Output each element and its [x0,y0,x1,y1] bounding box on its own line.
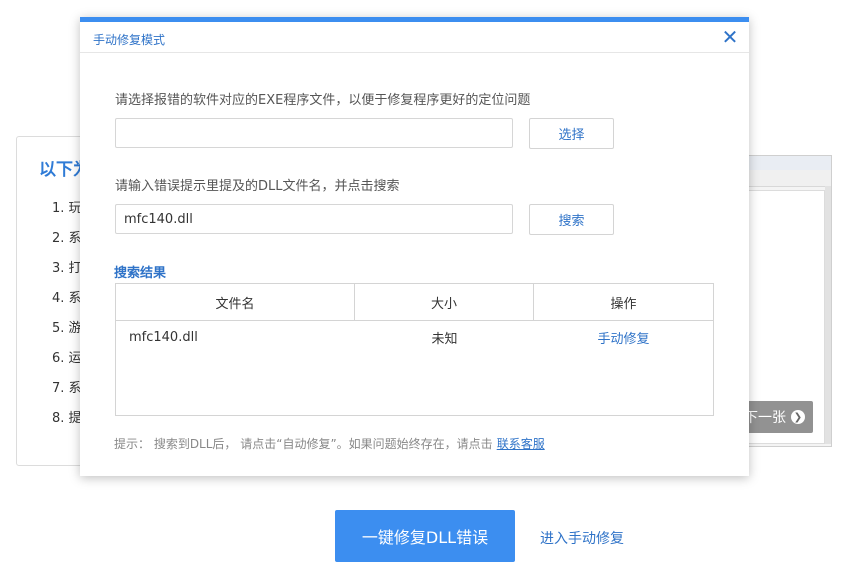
thumbnail-toolbar [741,170,831,187]
cell-size: 未知 [431,331,458,347]
search-results-table: 文件名 大小 操作 mfc140.dll 未知 手动修复 [115,283,714,416]
chevron-right-icon: ❯ [791,410,805,424]
choose-button[interactable]: 选择 [529,118,614,149]
dialog-header: 手动修复模式 ✕ [80,22,749,53]
dll-prompt-label: 请输入错误提示里提及的DLL文件名，并点击搜索 [115,179,400,194]
thumbnail-scrollbar [825,186,831,444]
column-header-action: 操作 [610,296,637,312]
list-item: 7. 系 [52,381,82,396]
exe-prompt-label: 请选择报错的软件对应的EXE程序文件，以便于修复程序更好的定位问题 [115,93,531,108]
list-item: 3. 打 [52,261,82,276]
cell-filename: mfc140.dll [129,329,198,345]
enter-manual-repair-link[interactable]: 进入手动修复 [540,528,624,548]
dialog-title: 手动修复模式 [93,33,166,47]
list-item: 1. 玩 [52,201,82,216]
manual-repair-link[interactable]: 手动修复 [534,321,713,353]
exe-file-input[interactable] [115,118,513,148]
list-item: 8. 提 [52,411,82,426]
next-image-button[interactable]: 下一张 ❯ [742,401,813,433]
background-steps-list: 1. 玩 2. 系 3. 打 4. 系 5. 游 6. 运 7. 系 8. 提 [52,197,82,437]
next-image-label: 下一张 [744,410,786,426]
thumbnail-titlebar [741,156,831,171]
manual-repair-dialog: 手动修复模式 ✕ 请选择报错的软件对应的EXE程序文件，以便于修复程序更好的定位… [80,17,749,476]
search-button[interactable]: 搜索 [529,204,614,235]
hint-message: 提示： 搜索到DLL后， 请点击“自动修复”。如果问题始终存在，请点击 [114,437,493,451]
dll-name-input[interactable] [115,204,513,234]
hint-text: 提示： 搜索到DLL后， 请点击“自动修复”。如果问题始终存在，请点击 联系客服 [114,435,545,452]
table-header: 文件名 大小 操作 [116,284,713,321]
list-item: 5. 游 [52,321,82,336]
search-results-title: 搜索结果 [114,266,167,281]
list-item: 2. 系 [52,231,82,246]
one-click-repair-button[interactable]: 一键修复DLL错误 [335,510,515,562]
column-header-filename: 文件名 [116,284,355,320]
list-item: 4. 系 [52,291,82,306]
contact-support-link[interactable]: 联系客服 [497,437,545,451]
close-icon[interactable]: ✕ [720,26,740,48]
table-row: mfc140.dll 未知 手动修复 [116,321,713,353]
list-item: 6. 运 [52,351,82,366]
column-header-size: 大小 [355,284,534,320]
